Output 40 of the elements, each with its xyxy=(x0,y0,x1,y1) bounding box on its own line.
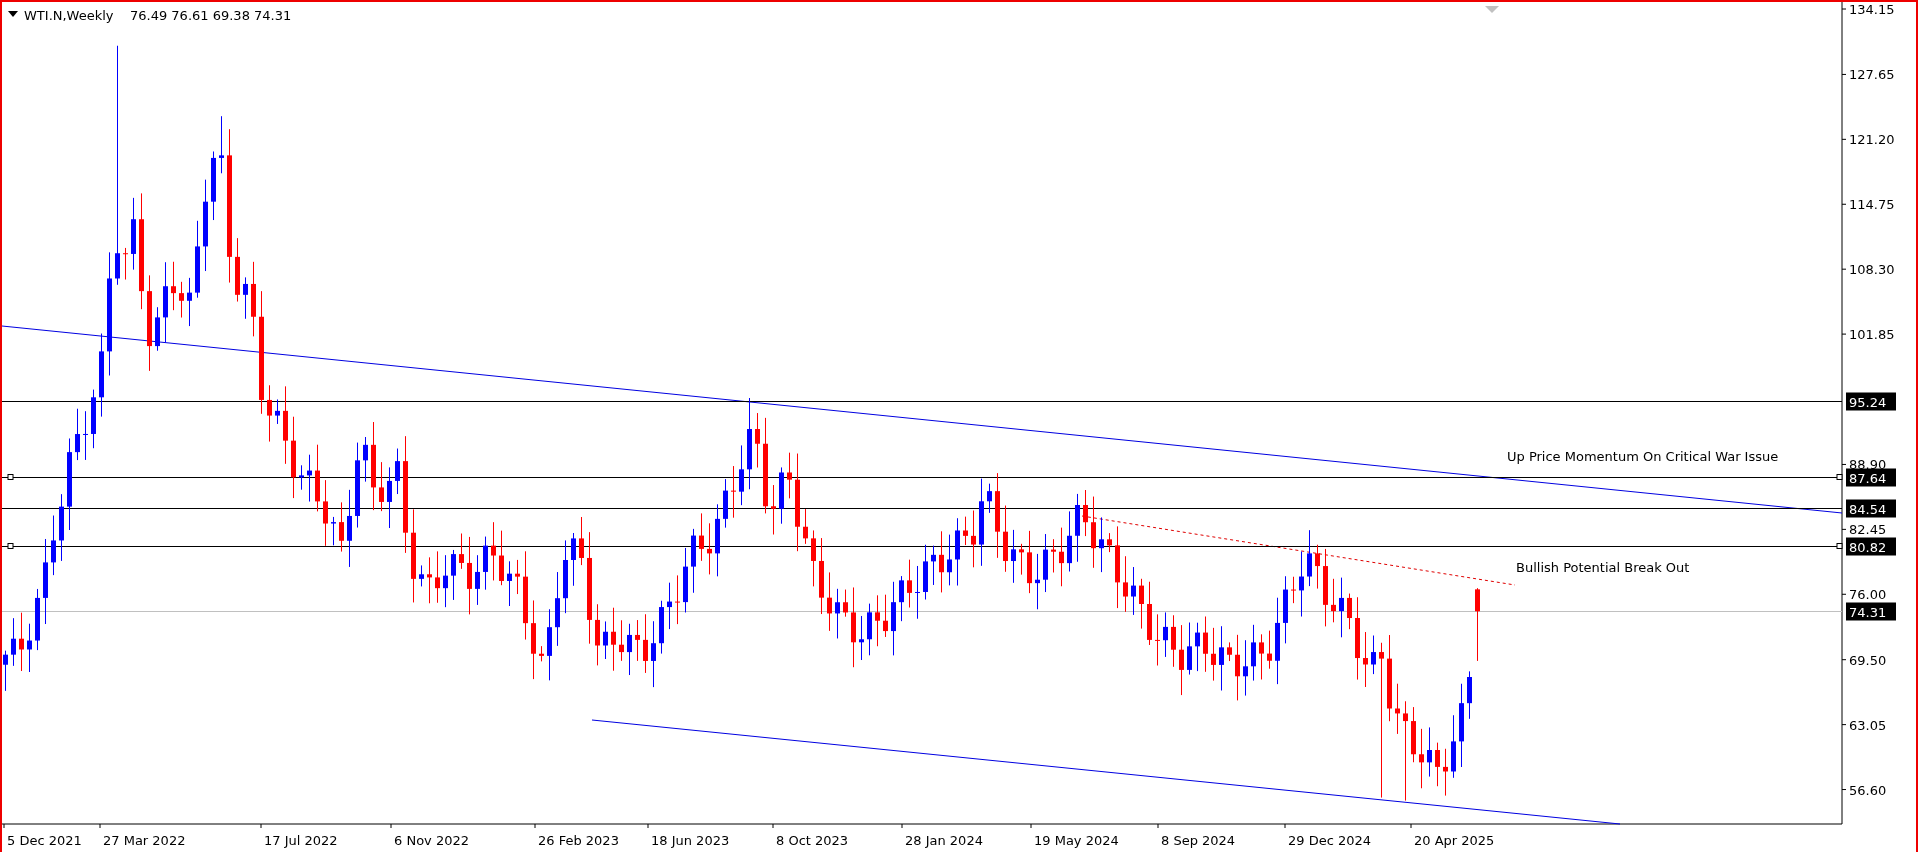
price-axis-label: 108.30 xyxy=(1849,262,1895,278)
price-axis-label: 82.45 xyxy=(1849,522,1887,538)
price-level-tag: 84.54 xyxy=(1846,499,1896,518)
price-level-tag: 87.64 xyxy=(1846,468,1896,487)
symbol-timeframe-label: WTI.N,Weekly xyxy=(24,8,114,23)
price-axis-label: 121.20 xyxy=(1849,132,1895,148)
dropdown-caret-icon[interactable] xyxy=(8,11,18,17)
price-axis-label: 69.50 xyxy=(1849,652,1887,668)
date-axis-label: 19 May 2024 xyxy=(1034,833,1119,848)
trend-line[interactable] xyxy=(591,719,1621,825)
price-axis-label: 56.60 xyxy=(1849,782,1887,798)
price-axis-label: 114.75 xyxy=(1849,197,1895,213)
chart-annotation[interactable]: Bullish Potential Break Out xyxy=(1516,560,1690,575)
price-level-tag: 80.82 xyxy=(1846,537,1896,556)
date-axis-label: 8 Sep 2024 xyxy=(1161,833,1236,848)
chart-annotation[interactable]: Up Price Momentum On Critical War Issue xyxy=(1507,449,1779,464)
line-handle-icon[interactable] xyxy=(7,474,14,480)
date-axis-label: 17 Jul 2022 xyxy=(264,833,338,848)
date-axis-label: 18 Jun 2023 xyxy=(651,833,730,848)
price-axis-label: 101.85 xyxy=(1849,327,1895,343)
price-level-tag: 95.24 xyxy=(1846,392,1896,411)
price-axis-label: 127.65 xyxy=(1849,67,1895,83)
line-handle-icon[interactable] xyxy=(7,543,14,549)
date-axis-label: 29 Dec 2024 xyxy=(1288,833,1372,848)
price-level-tag: 74.31 xyxy=(1846,602,1896,621)
price-axis-label: 63.05 xyxy=(1849,717,1887,733)
date-axis-label: 20 Apr 2025 xyxy=(1414,833,1495,848)
date-axis-label: 8 Oct 2023 xyxy=(776,833,849,848)
line-handle-icon[interactable] xyxy=(1836,543,1843,549)
date-axis-label: 6 Nov 2022 xyxy=(394,833,469,848)
date-axis-label: 27 Mar 2022 xyxy=(103,833,186,848)
trend-line[interactable] xyxy=(1081,515,1516,586)
date-axis-label: 26 Feb 2023 xyxy=(538,833,619,848)
ohlc-values: 76.49 76.61 69.38 74.31 xyxy=(130,8,292,23)
price-axis-label: 76.00 xyxy=(1849,587,1887,603)
date-axis-label: 28 Jan 2024 xyxy=(905,833,983,848)
trend-line[interactable] xyxy=(2,325,1843,514)
price-axis-label: 134.15 xyxy=(1849,2,1895,17)
line-handle-icon[interactable] xyxy=(1836,474,1843,480)
date-axis-label: 5 Dec 2021 xyxy=(7,833,82,848)
